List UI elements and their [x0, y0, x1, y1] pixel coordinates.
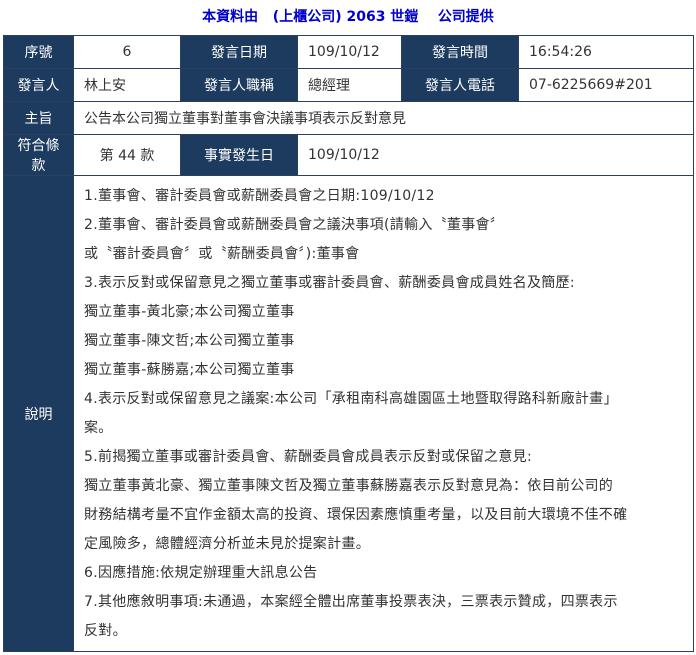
page-header: 本資料由 (上櫃公司) 2063 世鎧 公司提供 [0, 6, 696, 26]
subject-label: 主旨 [3, 101, 74, 135]
description-line: 或〝審計委員會〞或〝薪酬委員會〞):董事會 [84, 245, 360, 262]
description-line: 獨立董事-黃北豪;本公司獨立董事 [84, 303, 295, 320]
header-company: (上櫃公司) 2063 世鎧 [272, 9, 419, 25]
clause-label: 符合條款 [3, 134, 74, 176]
description-line: 6.因應措施:依規定辦理重大訊息公告 [84, 564, 318, 581]
description-line: 4.表示反對或保留意見之議案:本公司「承租南科高雄園區土地暨取得路科新廠計畫」 [84, 390, 618, 407]
row-seq-date-time: 序號 6 發言日期 109/10/12 發言時間 16:54:26 [3, 35, 694, 69]
description-body: 1.董事會、審計委員會或薪酬委員會之日期:109/10/12 2.董事會、審計委… [73, 175, 694, 652]
event-date-label: 事實發生日 [180, 134, 298, 176]
description-line: 5.前揭獨立董事或審計委員會、薪酬委員會成員表示反對或保留之意見: [84, 448, 532, 465]
time-label: 發言時間 [401, 35, 519, 69]
seq-label: 序號 [3, 35, 74, 69]
description-line: 反對。 [84, 622, 127, 639]
row-speaker: 發言人 林上安 發言人職稱 總經理 發言人電話 07-6225669#201 [3, 68, 694, 102]
description-line: 1.董事會、審計委員會或薪酬委員會之日期:109/10/12 [84, 187, 435, 204]
header-prefix: 本資料由 [202, 9, 259, 25]
description-line: 財務結構考量不宜作金額太高的投資、環保因素應慎重考量，以及目前大環境不佳不確 [84, 506, 628, 523]
speaker-title-value: 總經理 [297, 68, 402, 102]
clause-value: 第 44 款 [73, 134, 181, 176]
description-line: 3.表示反對或保留意見之獨立董事或審計委員會、薪酬委員會成員姓名及簡歷: [84, 274, 575, 291]
description-line: 案。 [84, 419, 113, 436]
row-clause: 符合條款 第 44 款 事實發生日 109/10/12 [3, 134, 694, 176]
description-line: 獨立董事黃北豪、獨立董事陳文哲及獨立董事蘇勝嘉表示反對意見為：依目前公司的 [84, 477, 614, 494]
description-line: 2.董事會、審計委員會或薪酬委員會之議決事項(請輸入〝董事會〞 [84, 216, 505, 233]
event-date-value: 109/10/12 [297, 134, 694, 176]
announcement-table: 序號 6 發言日期 109/10/12 發言時間 16:54:26 發言人 林上… [3, 35, 694, 652]
row-subject: 主旨 公告本公司獨立董事對董事會決議事項表示反對意見 [3, 101, 694, 135]
speaker-value: 林上安 [73, 68, 181, 102]
time-value: 16:54:26 [518, 35, 694, 69]
description-line: 獨立董事-蘇勝嘉;本公司獨立董事 [84, 361, 295, 378]
seq-value: 6 [73, 35, 181, 69]
row-description: 說明 1.董事會、審計委員會或薪酬委員會之日期:109/10/12 2.董事會、… [3, 175, 694, 652]
speaker-title-label: 發言人職稱 [180, 68, 298, 102]
description-line: 7.其他應敘明事項:未通過，本案經全體出席董事投票表決，三票表示贊成，四票表示 [84, 593, 618, 610]
speaker-phone-value: 07-6225669#201 [518, 68, 694, 102]
speaker-label: 發言人 [3, 68, 74, 102]
date-label: 發言日期 [180, 35, 298, 69]
speaker-phone-label: 發言人電話 [401, 68, 519, 102]
date-value: 109/10/12 [297, 35, 402, 69]
description-label: 說明 [3, 175, 74, 652]
description-line: 獨立董事-陳文哲;本公司獨立董事 [84, 332, 295, 349]
description-line: 定風險多，總體經濟分析並未見於提案計畫。 [84, 535, 370, 552]
subject-value: 公告本公司獨立董事對董事會決議事項表示反對意見 [73, 101, 694, 135]
header-suffix: 公司提供 [437, 9, 494, 25]
